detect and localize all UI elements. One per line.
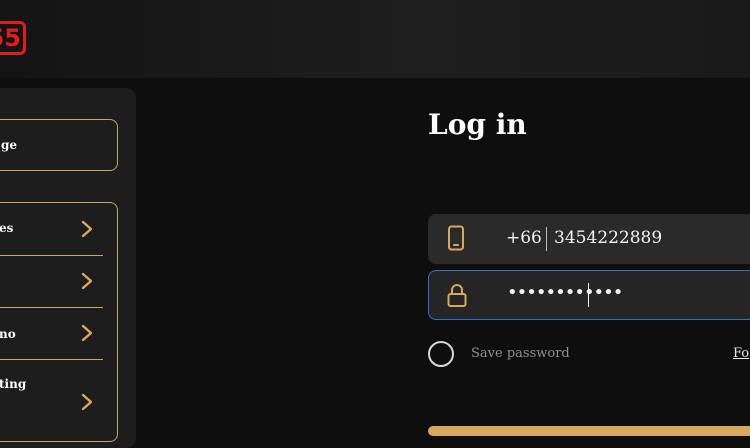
country-code[interactable]: +66 bbox=[506, 228, 542, 248]
chevron-right-icon bbox=[81, 272, 93, 290]
page-title: Log in bbox=[428, 108, 527, 141]
sidebar-menu: es no ting bbox=[0, 202, 118, 442]
forgot-password-link[interactable]: Fo bbox=[733, 346, 749, 361]
password-value: •••••••••••• bbox=[507, 282, 623, 303]
sidebar-item-1[interactable]: es bbox=[0, 203, 103, 255]
language-button[interactable]: ge bbox=[0, 119, 118, 171]
login-button[interactable] bbox=[428, 426, 750, 436]
field-divider bbox=[546, 227, 547, 251]
save-password-label: Save password bbox=[471, 346, 570, 361]
chevron-right-icon bbox=[81, 393, 93, 411]
sidebar-item-4[interactable]: ting bbox=[0, 359, 103, 429]
top-bar: 55 bbox=[0, 0, 750, 78]
brand-logo[interactable]: 55 bbox=[0, 21, 26, 55]
chevron-right-icon bbox=[81, 324, 93, 342]
chevron-right-icon bbox=[81, 220, 93, 238]
password-field[interactable]: •••••••••••• bbox=[428, 270, 750, 320]
sidebar-item-2[interactable] bbox=[0, 255, 103, 307]
sidebar-item-label: no bbox=[0, 327, 16, 341]
phone-number-value: 3454222889 bbox=[554, 228, 663, 248]
lock-icon bbox=[447, 284, 467, 307]
sidebar-item-3[interactable]: no bbox=[0, 307, 103, 359]
phone-icon bbox=[448, 225, 464, 251]
text-caret bbox=[588, 283, 589, 307]
save-password-radio[interactable] bbox=[428, 341, 454, 367]
sidebar-item-label: es bbox=[0, 221, 14, 235]
phone-field[interactable]: +66 3454222889 bbox=[428, 214, 750, 264]
sidebar-item-label: ting bbox=[0, 377, 27, 391]
